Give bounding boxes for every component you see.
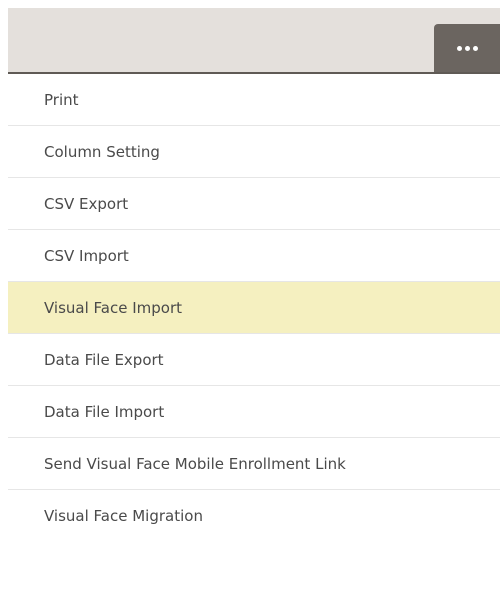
- more-options-button[interactable]: [434, 24, 500, 72]
- menu-item-data-file-export[interactable]: Data File Export: [8, 334, 500, 386]
- menu-item-visual-face-import[interactable]: Visual Face Import: [8, 282, 500, 334]
- menu-item-csv-export[interactable]: CSV Export: [8, 178, 500, 230]
- toolbar-header: [8, 8, 500, 74]
- more-options-menu: Print Column Setting CSV Export CSV Impo…: [8, 74, 500, 542]
- menu-item-visual-face-migration[interactable]: Visual Face Migration: [8, 490, 500, 542]
- ellipsis-icon: [456, 45, 478, 51]
- menu-item-send-visual-face-mobile-enrollment-link[interactable]: Send Visual Face Mobile Enrollment Link: [8, 438, 500, 490]
- menu-item-column-setting[interactable]: Column Setting: [8, 126, 500, 178]
- menu-item-csv-import[interactable]: CSV Import: [8, 230, 500, 282]
- menu-item-data-file-import[interactable]: Data File Import: [8, 386, 500, 438]
- menu-item-print[interactable]: Print: [8, 74, 500, 126]
